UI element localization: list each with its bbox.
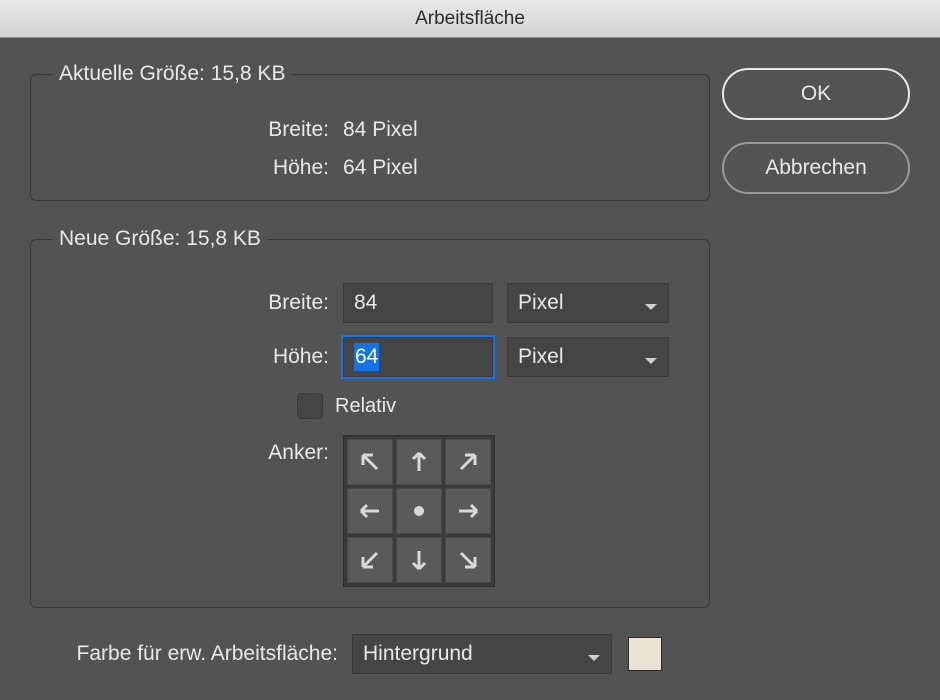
chevron-down-icon xyxy=(644,296,658,310)
current-width-label: Breite: xyxy=(53,118,343,142)
chevron-down-icon xyxy=(644,350,658,364)
new-width-input[interactable] xyxy=(343,283,493,323)
anchor-ne[interactable] xyxy=(445,439,491,485)
window-titlebar: Arbeitsfläche xyxy=(0,0,940,38)
new-size-legend: Neue Größe: 15,8 KB xyxy=(53,227,267,251)
anchor-w[interactable] xyxy=(347,488,393,534)
current-size-legend: Aktuelle Größe: 15,8 KB xyxy=(53,62,291,86)
current-width-value: 84 Pixel xyxy=(343,118,418,142)
new-height-input[interactable]: 64 xyxy=(343,337,493,377)
new-width-unit-value: Pixel xyxy=(518,291,564,315)
window-title: Arbeitsfläche xyxy=(415,8,525,30)
new-height-unit-select[interactable]: Pixel xyxy=(507,337,669,377)
ok-button[interactable]: OK xyxy=(722,68,910,120)
anchor-center[interactable] xyxy=(396,488,442,534)
chevron-down-icon xyxy=(587,647,601,661)
current-size-group: Aktuelle Größe: 15,8 KB Breite: 84 Pixel… xyxy=(30,62,710,201)
anchor-grid xyxy=(343,435,495,587)
new-height-unit-value: Pixel xyxy=(518,345,564,369)
extension-color-label: Farbe für erw. Arbeitsfläche: xyxy=(30,642,352,666)
extension-color-value: Hintergrund xyxy=(363,642,473,666)
anchor-se[interactable] xyxy=(445,537,491,583)
anchor-s[interactable] xyxy=(396,537,442,583)
anchor-sw[interactable] xyxy=(347,537,393,583)
cancel-button[interactable]: Abbrechen xyxy=(722,142,910,194)
new-size-group: Neue Größe: 15,8 KB Breite: Pixel Höhe: … xyxy=(30,227,710,608)
new-height-label: Höhe: xyxy=(53,345,343,369)
current-height-value: 64 Pixel xyxy=(343,156,418,180)
extension-color-swatch[interactable] xyxy=(628,637,662,671)
anchor-label: Anker: xyxy=(53,435,343,587)
relative-label: Relativ xyxy=(335,395,396,418)
current-height-label: Höhe: xyxy=(53,156,343,180)
anchor-e[interactable] xyxy=(445,488,491,534)
extension-color-select[interactable]: Hintergrund xyxy=(352,634,612,674)
new-width-unit-select[interactable]: Pixel xyxy=(507,283,669,323)
relative-checkbox[interactable] xyxy=(297,393,323,419)
new-width-label: Breite: xyxy=(53,291,343,315)
anchor-n[interactable] xyxy=(396,439,442,485)
anchor-nw[interactable] xyxy=(347,439,393,485)
